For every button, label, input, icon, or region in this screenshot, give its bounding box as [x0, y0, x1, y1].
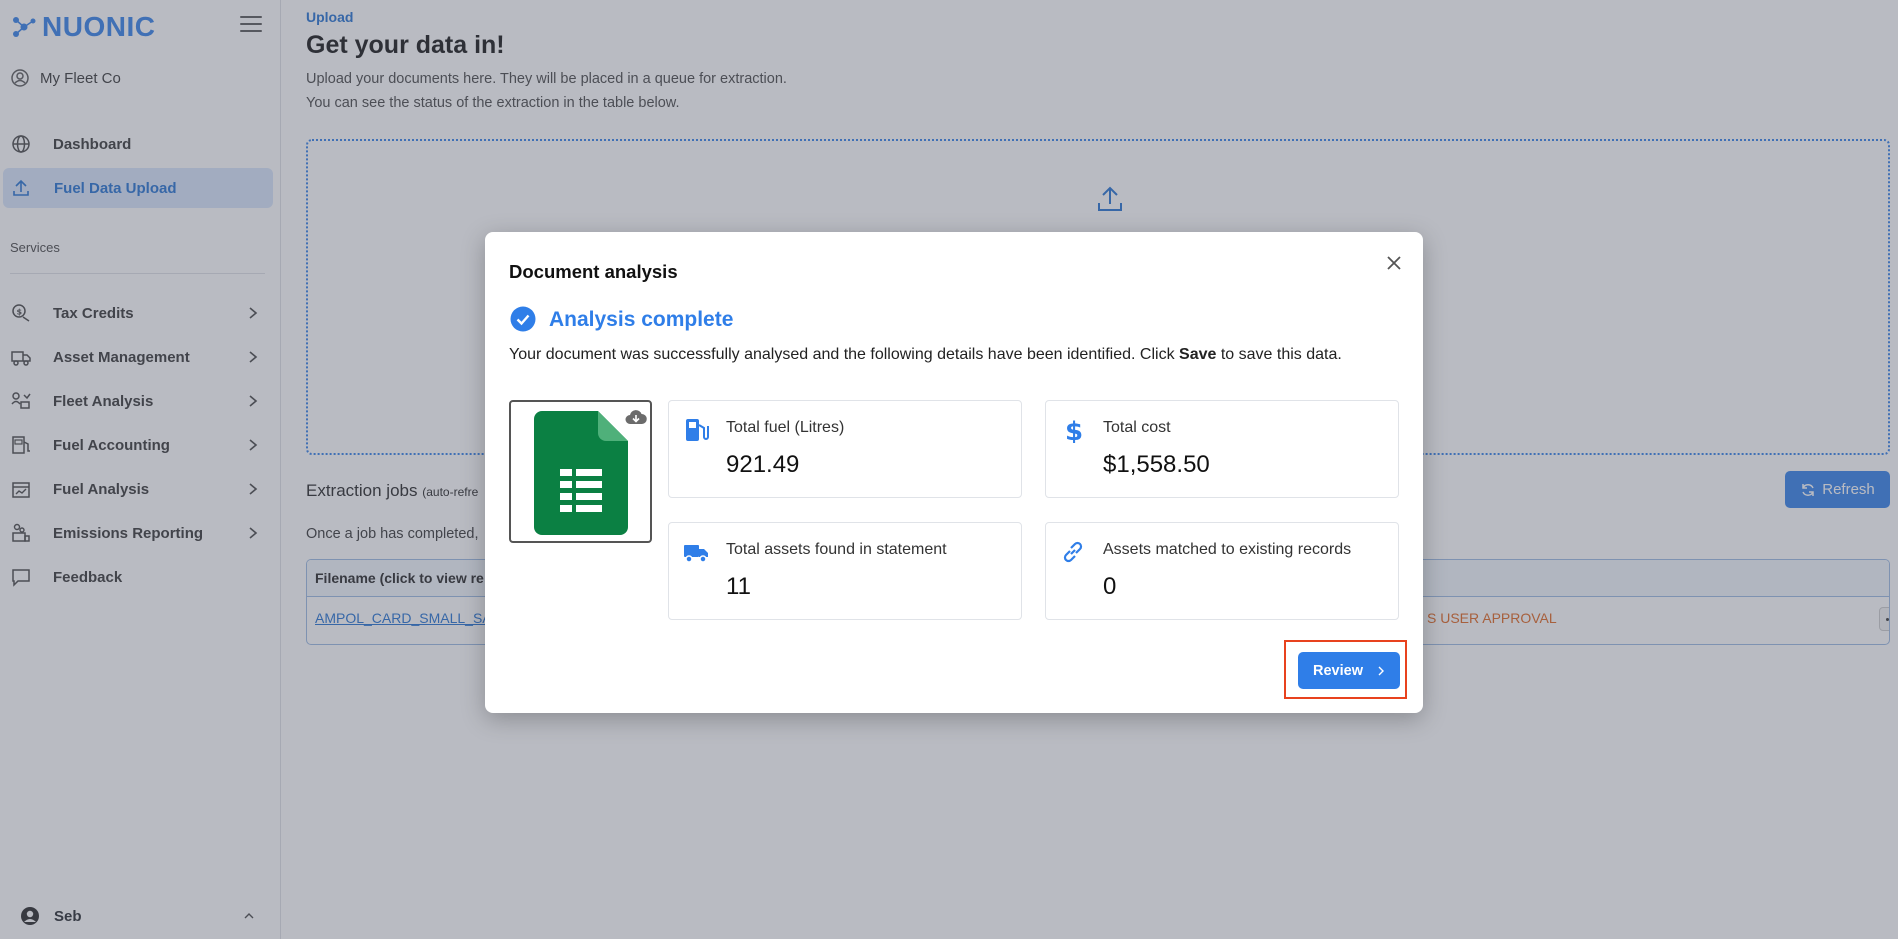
spreadsheet-icon: [534, 411, 628, 535]
stat-total-fuel: Total fuel (Litres) 921.49: [668, 400, 1022, 498]
description-text: to save this data.: [1216, 346, 1342, 363]
document-analysis-modal: Document analysis Analysis complete Your…: [485, 232, 1423, 713]
review-button[interactable]: Review: [1298, 652, 1400, 689]
file-preview[interactable]: [509, 400, 652, 543]
dollar-icon: $: [1065, 417, 1083, 443]
description-emphasis: Save: [1179, 346, 1217, 363]
stat-label: Total fuel (Litres): [726, 419, 845, 436]
truck-icon: [684, 545, 708, 563]
check-circle-icon: [510, 306, 536, 332]
stat-label: Total assets found in statement: [726, 541, 947, 558]
stat-label: Total cost: [1103, 419, 1171, 436]
stat-value: $1,558.50: [1103, 451, 1210, 478]
close-icon[interactable]: [1384, 253, 1404, 273]
modal-title: Document analysis: [509, 261, 678, 282]
stat-assets-matched: Assets matched to existing records 0: [1045, 522, 1399, 620]
link-icon: [1063, 541, 1083, 563]
chevron-right-icon: [1378, 666, 1384, 675]
analysis-status: Analysis complete: [549, 308, 734, 331]
fuel-pump-icon: [686, 419, 709, 441]
stat-label: Assets matched to existing records: [1103, 541, 1352, 558]
stat-total-cost: $ Total cost $1,558.50: [1045, 400, 1399, 498]
review-label: Review: [1313, 662, 1363, 679]
stat-value: 921.49: [726, 451, 800, 478]
description-text: Your document was successfully analysed …: [509, 346, 1180, 363]
stat-value: 11: [726, 573, 751, 600]
analysis-description: Your document was successfully analysed …: [509, 346, 1342, 364]
cloud-download-icon[interactable]: [625, 408, 647, 426]
stat-value: 0: [1103, 573, 1117, 600]
stat-total-assets: Total assets found in statement 11: [668, 522, 1022, 620]
svg-text:$: $: [1065, 417, 1083, 443]
